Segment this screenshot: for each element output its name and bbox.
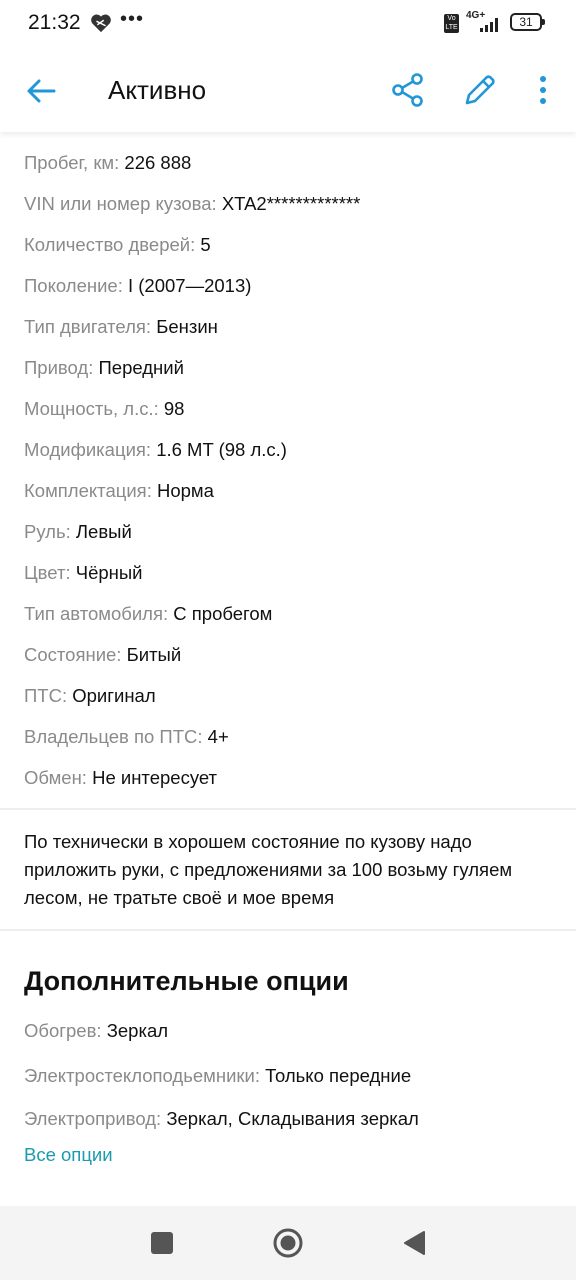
- spec-value: Чёрный: [75, 562, 143, 583]
- option-label: Электропривод:: [24, 1108, 162, 1129]
- spec-label: Привод:: [24, 357, 94, 378]
- spec-row-car-type: Тип автомобиля: С пробегом: [24, 601, 272, 627]
- spec-row-trim: Комплектация: Норма: [24, 478, 214, 504]
- spec-value: XTA2*************: [221, 193, 361, 214]
- spec-value: Оригинал: [72, 685, 156, 706]
- spec-value: Битый: [126, 644, 182, 665]
- spec-value: Норма: [156, 480, 214, 501]
- spec-label: Модификация:: [24, 439, 152, 460]
- arrow-back-icon[interactable]: [24, 74, 58, 108]
- spec-value: 98: [163, 398, 185, 419]
- battery-tip: [542, 19, 545, 25]
- spec-label: Тип автомобиля:: [24, 603, 169, 624]
- spec-row-doors: Количество дверей: 5: [24, 232, 211, 258]
- spec-label: Обмен:: [24, 767, 87, 788]
- option-label: Обогрев:: [24, 1020, 102, 1041]
- option-row-windows: Электростеклоподьемники: Только передние: [24, 1063, 411, 1089]
- spec-label: Руль:: [24, 521, 71, 542]
- divider: [0, 808, 576, 810]
- spec-row-condition: Состояние: Битый: [24, 642, 181, 668]
- more-vert-icon[interactable]: [530, 72, 556, 108]
- spec-row-modification: Модификация: 1.6 MT (98 л.с.): [24, 437, 287, 463]
- share-icon[interactable]: [390, 72, 426, 108]
- option-value: Зеркал, Складывания зеркал: [166, 1108, 419, 1129]
- spec-value: 5: [200, 234, 211, 255]
- status-time: 21:32: [28, 11, 81, 34]
- volte-badge: Vo LTE: [444, 14, 459, 33]
- spec-row-generation: Поколение: I (2007—2013): [24, 273, 251, 299]
- status-bar: 21:32 ••• Vo LTE 4G+ 31: [0, 0, 576, 48]
- spec-row-owners: Владельцев по ПТС: 4+: [24, 724, 229, 750]
- spec-value: 226 888: [124, 152, 192, 173]
- spec-row-power: Мощность, л.с.: 98: [24, 396, 184, 422]
- option-value: Зеркал: [106, 1020, 169, 1041]
- all-options-link[interactable]: Все опции: [24, 1144, 113, 1166]
- nav-home-icon[interactable]: [272, 1227, 304, 1259]
- system-nav-bar: [0, 1206, 576, 1280]
- heart-icon: [91, 14, 111, 33]
- spec-label: Количество дверей:: [24, 234, 196, 255]
- option-label: Электростеклоподьемники:: [24, 1065, 260, 1086]
- spec-value: Левый: [75, 521, 132, 542]
- spec-row-mileage: Пробег, км: 226 888: [24, 150, 191, 176]
- spec-row-vin: VIN или номер кузова: XTA2*************: [24, 191, 360, 217]
- nav-recent-icon[interactable]: [151, 1232, 173, 1254]
- spec-label: Поколение:: [24, 275, 123, 296]
- listing-description: По технически в хорошем состояние по куз…: [24, 831, 513, 908]
- spec-label: Комплектация:: [24, 480, 152, 501]
- nav-back-icon[interactable]: [402, 1230, 426, 1256]
- spec-label: VIN или номер кузова:: [24, 193, 217, 214]
- more-notifications-icon: •••: [120, 8, 145, 30]
- spec-label: ПТС:: [24, 685, 68, 706]
- spec-label: Владельцев по ПТС:: [24, 726, 203, 747]
- spec-row-exchange: Обмен: Не интересует: [24, 765, 217, 791]
- spec-value: I (2007—2013): [127, 275, 252, 296]
- spec-row-drive: Привод: Передний: [24, 355, 184, 381]
- app-bar: Активно: [0, 48, 576, 132]
- signal-icon: [480, 18, 498, 32]
- spec-row-pts: ПТС: Оригинал: [24, 683, 156, 709]
- battery-icon: 31: [510, 13, 542, 31]
- spec-value: 1.6 MT (98 л.с.): [156, 439, 287, 460]
- spec-value: 4+: [207, 726, 229, 747]
- options-section-title: Дополнительные опции: [24, 966, 349, 996]
- spec-value: Не интересует: [92, 767, 218, 788]
- option-value: Только передние: [265, 1065, 412, 1086]
- pencil-icon[interactable]: [462, 72, 498, 108]
- spec-label: Состояние:: [24, 644, 122, 665]
- option-row-power-drive: Электропривод: Зеркал, Складывания зерка…: [24, 1106, 419, 1132]
- spec-label: Цвет:: [24, 562, 71, 583]
- spec-value: С пробегом: [173, 603, 273, 624]
- spec-row-color: Цвет: Чёрный: [24, 560, 143, 586]
- spec-label: Тип двигателя:: [24, 316, 152, 337]
- spec-label: Мощность, л.с.:: [24, 398, 159, 419]
- spec-label: Пробег, км:: [24, 152, 120, 173]
- option-row-heating: Обогрев: Зеркал: [24, 1018, 168, 1044]
- page-title: Активно: [108, 75, 207, 105]
- spec-value: Бензин: [156, 316, 218, 337]
- spec-row-engine: Тип двигателя: Бензин: [24, 314, 218, 340]
- divider: [0, 929, 576, 931]
- spec-value: Передний: [98, 357, 184, 378]
- spec-row-steering: Руль: Левый: [24, 519, 132, 545]
